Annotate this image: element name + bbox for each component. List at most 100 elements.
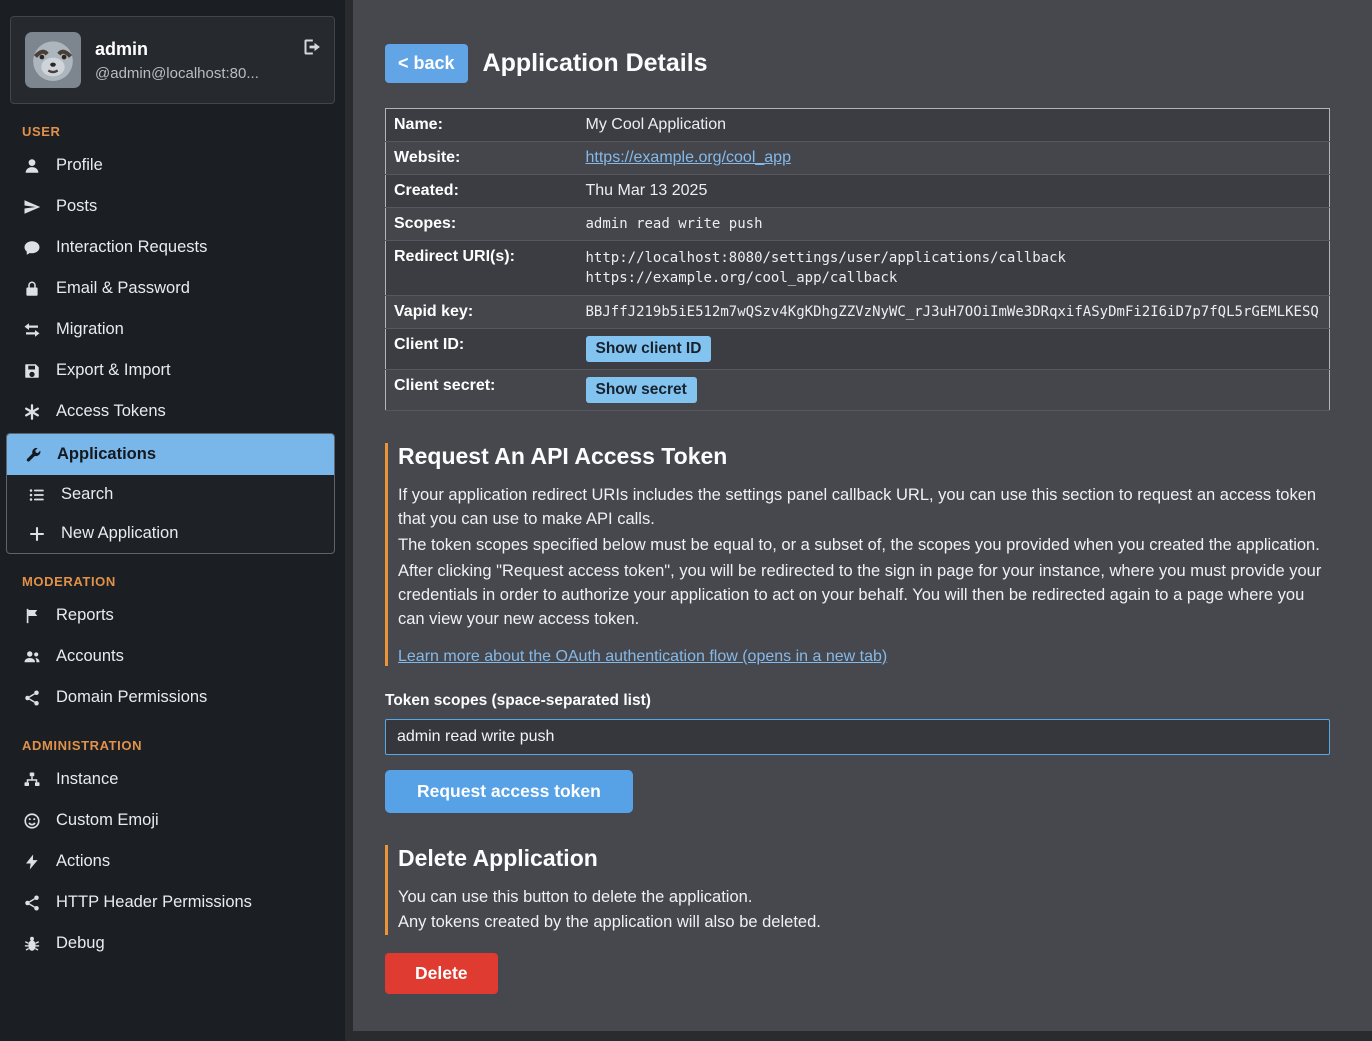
row-value: Show client ID xyxy=(576,329,1330,370)
row-value: https://example.org/cool_app xyxy=(576,142,1330,175)
sidebar-item-reports[interactable]: Reports xyxy=(0,595,345,636)
sidebar-section-administration: ADMINISTRATION xyxy=(22,738,323,753)
sidebar-item-accounts[interactable]: Accounts xyxy=(0,636,345,677)
users-icon xyxy=(22,648,42,666)
user-meta: admin @admin@localhost:80... xyxy=(95,39,259,82)
user-icon xyxy=(22,157,42,175)
sidebar-item-debug[interactable]: Debug xyxy=(0,923,345,964)
page-header: < back Application Details xyxy=(385,44,1330,83)
request-token-paragraph: If your application redirect URIs includ… xyxy=(398,484,1330,532)
sidebar-item-migration[interactable]: Migration xyxy=(0,309,345,350)
request-token-intro: Request An API Access Token If your appl… xyxy=(385,443,1330,666)
redirect-uri: http://localhost:8080/settings/user/appl… xyxy=(586,248,1320,268)
sidebar: admin @admin@localhost:80... USER Profil… xyxy=(0,0,345,1041)
sidebar-item-label: HTTP Header Permissions xyxy=(56,893,252,912)
sidebar-item-label: New Application xyxy=(61,524,178,543)
table-row-website: Website: https://example.org/cool_app xyxy=(386,142,1330,175)
arrows-left-right-icon xyxy=(22,321,42,339)
table-row-client-id: Client ID: Show client ID xyxy=(386,329,1330,370)
asterisk-icon xyxy=(22,403,42,421)
sidebar-nav-user: Profile Posts Interaction Requests Email… xyxy=(0,145,345,554)
avatar xyxy=(25,32,81,88)
row-label: Created: xyxy=(386,175,576,208)
table-row-client-secret: Client secret: Show secret xyxy=(386,370,1330,411)
sidebar-item-label: Interaction Requests xyxy=(56,238,207,257)
sidebar-item-domain-permissions[interactable]: Domain Permissions xyxy=(0,677,345,718)
delete-button[interactable]: Delete xyxy=(385,953,498,994)
sidebar-item-custom-emoji[interactable]: Custom Emoji xyxy=(0,800,345,841)
application-details-table: Name: My Cool Application Website: https… xyxy=(385,108,1330,411)
sidebar-item-label: Profile xyxy=(56,156,103,175)
back-button[interactable]: < back xyxy=(385,44,468,83)
sidebar-item-label: Custom Emoji xyxy=(56,811,159,830)
sidebar-item-label: Debug xyxy=(56,934,105,953)
sitemap-icon xyxy=(22,771,42,789)
sidebar-item-instance[interactable]: Instance xyxy=(0,759,345,800)
sidebar-item-label: Domain Permissions xyxy=(56,688,207,707)
row-label: Website: xyxy=(386,142,576,175)
row-label: Vapid key: xyxy=(386,296,576,329)
sidebar-item-label: Actions xyxy=(56,852,110,871)
share-nodes-icon xyxy=(22,689,42,707)
sidebar-item-http-header-permissions[interactable]: HTTP Header Permissions xyxy=(0,882,345,923)
row-value: My Cool Application xyxy=(576,109,1330,142)
sidebar-item-posts[interactable]: Posts xyxy=(0,186,345,227)
row-label: Client ID: xyxy=(386,329,576,370)
website-link[interactable]: https://example.org/cool_app xyxy=(586,149,791,166)
settings-app: admin @admin@localhost:80... USER Profil… xyxy=(0,0,1372,1041)
token-scopes-input[interactable] xyxy=(385,719,1330,755)
sidebar-item-interaction-requests[interactable]: Interaction Requests xyxy=(0,227,345,268)
logout-icon[interactable] xyxy=(302,37,322,57)
sidebar-section-user: USER xyxy=(22,124,323,139)
floppy-disk-icon xyxy=(22,362,42,380)
request-token-paragraph: After clicking "Request access token", y… xyxy=(398,560,1330,632)
row-label: Name: xyxy=(386,109,576,142)
lock-icon xyxy=(22,280,42,298)
sidebar-item-label: Export & Import xyxy=(56,361,171,380)
request-access-token-button[interactable]: Request access token xyxy=(385,770,633,813)
user-handle: @admin@localhost:80... xyxy=(95,65,259,82)
smiley-icon xyxy=(22,812,42,830)
show-client-id-button[interactable]: Show client ID xyxy=(586,336,712,362)
sidebar-item-new-application[interactable]: New Application xyxy=(7,514,334,553)
list-icon xyxy=(27,486,47,504)
sidebar-item-label: Instance xyxy=(56,770,118,789)
row-value: Thu Mar 13 2025 xyxy=(576,175,1330,208)
sidebar-item-label: Reports xyxy=(56,606,114,625)
sidebar-item-label: Access Tokens xyxy=(56,402,166,421)
row-value: admin read write push xyxy=(576,208,1330,241)
sidebar-item-email-password[interactable]: Email & Password xyxy=(0,268,345,309)
oauth-docs-link[interactable]: Learn more about the OAuth authenticatio… xyxy=(398,648,887,666)
sidebar-item-label: Applications xyxy=(57,445,156,464)
sidebar-item-export-import[interactable]: Export & Import xyxy=(0,350,345,391)
sidebar-section-moderation: MODERATION xyxy=(22,574,323,589)
sidebar-item-label: Email & Password xyxy=(56,279,190,298)
sidebar-item-applications-search[interactable]: Search xyxy=(7,475,334,514)
bolt-icon xyxy=(22,853,42,871)
request-token-section: Request An API Access Token If your appl… xyxy=(385,443,1330,813)
delete-application-paragraph: You can use this button to delete the ap… xyxy=(398,886,1330,910)
wrench-icon xyxy=(23,446,43,464)
delete-application-paragraph: Any tokens created by the application wi… xyxy=(398,911,1330,935)
sidebar-item-label: Search xyxy=(61,485,113,504)
share-nodes-icon xyxy=(22,894,42,912)
sidebar-item-actions[interactable]: Actions xyxy=(0,841,345,882)
table-row-scopes: Scopes: admin read write push xyxy=(386,208,1330,241)
sidebar-item-profile[interactable]: Profile xyxy=(0,145,345,186)
applications-group: Applications Search New Application xyxy=(6,433,335,554)
flag-icon xyxy=(22,607,42,625)
sidebar-item-applications[interactable]: Applications xyxy=(7,434,334,475)
sidebar-item-label: Posts xyxy=(56,197,97,216)
row-value: http://localhost:8080/settings/user/appl… xyxy=(576,241,1330,296)
token-scopes-label: Token scopes (space-separated list) xyxy=(385,692,1330,710)
row-value: Show secret xyxy=(576,370,1330,411)
sidebar-item-label: Accounts xyxy=(56,647,124,666)
show-secret-button[interactable]: Show secret xyxy=(586,377,697,403)
user-card[interactable]: admin @admin@localhost:80... xyxy=(10,16,335,104)
paper-plane-icon xyxy=(22,198,42,216)
request-token-title: Request An API Access Token xyxy=(398,443,1330,470)
delete-application-intro: Delete Application You can use this butt… xyxy=(385,845,1330,936)
table-row-vapid-key: Vapid key: BBJffJ219b5iE512m7wQSzv4KgKDh… xyxy=(386,296,1330,329)
main-content: < back Application Details Name: My Cool… xyxy=(353,0,1372,1031)
sidebar-item-access-tokens[interactable]: Access Tokens xyxy=(0,391,345,432)
